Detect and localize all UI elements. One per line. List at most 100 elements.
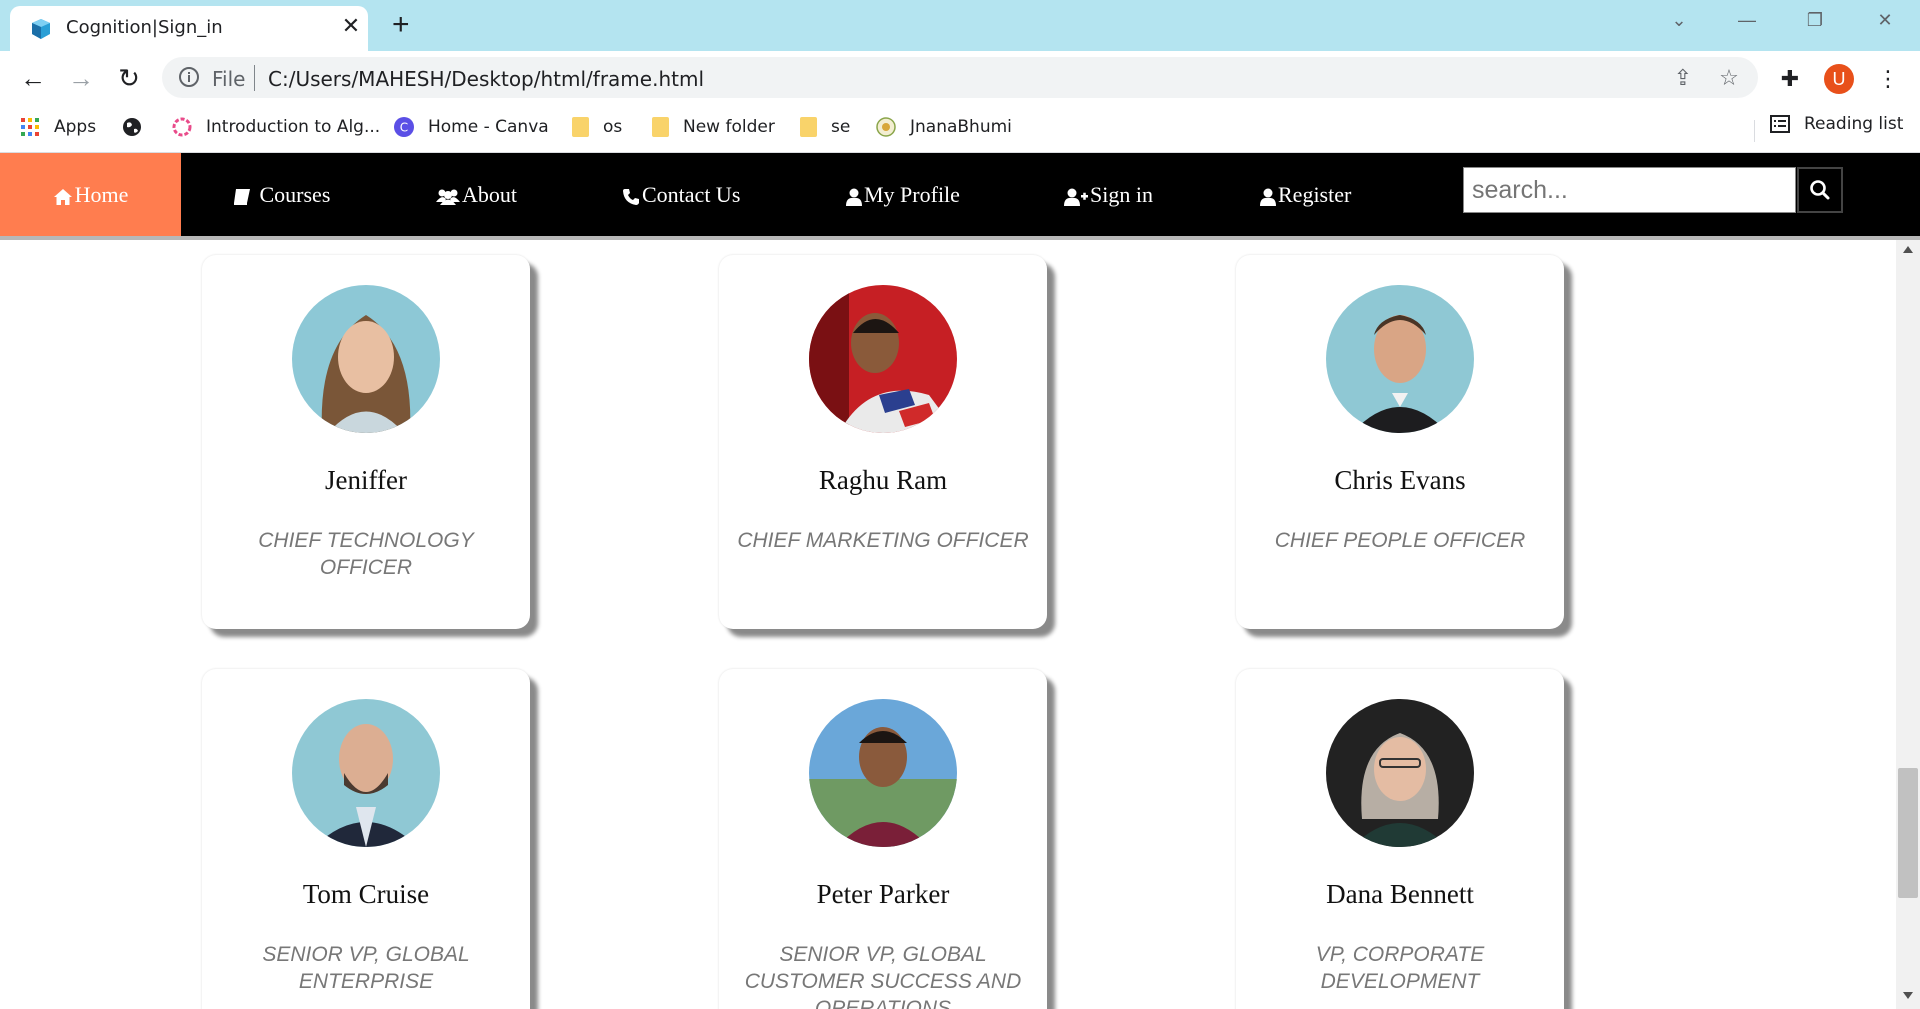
member-name: Jeniffer [325, 465, 407, 495]
site-navbar: Home Courses About Contact Us My Profile… [0, 153, 1920, 236]
folder-icon [652, 117, 669, 137]
bookmark-folder-new-folder[interactable]: New folder [652, 114, 775, 140]
nav-label: My Profile [864, 182, 960, 207]
nav-about[interactable]: About [436, 153, 517, 236]
bookmarks-divider [1754, 120, 1755, 142]
canva-icon: C [394, 117, 414, 137]
site-search-input[interactable] [1463, 167, 1796, 213]
member-name: Chris Evans [1334, 465, 1466, 495]
bookmark-introduction-to-algorithms[interactable]: Introduction to Alg... [172, 114, 380, 140]
bookmark-label: New folder [683, 117, 775, 137]
globe-icon [123, 118, 141, 136]
tab-close-icon[interactable]: ✕ [340, 15, 362, 37]
reading-list-label: Reading list [1804, 114, 1904, 134]
back-arrow-icon[interactable]: ← [18, 63, 48, 93]
phone-icon [623, 188, 639, 205]
minimize-icon[interactable]: — [1732, 10, 1762, 36]
menu-dots-icon[interactable]: ⋮ [1874, 65, 1902, 93]
member-role: CHIEF TECHNOLOGY OFFICER [258, 529, 474, 579]
bookmark-star-icon[interactable]: ☆ [1716, 65, 1742, 91]
address-bar[interactable]: File C:/Users/MAHESH/Desktop/html/frame.… [162, 57, 1758, 98]
home-icon [53, 188, 72, 205]
bookmark-apps[interactable]: Apps [20, 114, 96, 140]
user-plus-icon [1064, 188, 1088, 206]
cube-favicon-icon [32, 19, 50, 39]
forward-arrow-icon[interactable]: → [66, 63, 96, 93]
jnanabhumi-icon [876, 117, 896, 137]
nav-sign-in[interactable]: Sign in [1064, 153, 1153, 236]
bookmark-label: os [603, 117, 623, 137]
member-name: Dana Bennett [1326, 879, 1474, 909]
extensions-puzzle-icon[interactable]: ✚ [1776, 65, 1804, 93]
team-card: Peter Parker SENIOR VP, GLOBAL CUSTOMER … [719, 669, 1047, 1009]
member-role: SENIOR VP, GLOBAL ENTERPRISE [262, 943, 470, 993]
page-scrollbar[interactable] [1896, 240, 1920, 1009]
team-card: Tom Cruise SENIOR VP, GLOBAL ENTERPRISE [202, 669, 530, 1009]
team-card: Jeniffer CHIEF TECHNOLOGY OFFICER [202, 255, 530, 629]
folder-icon [800, 117, 817, 137]
folder-icon [572, 117, 589, 137]
bookmark-label: JnanaBhumi [910, 117, 1012, 137]
nav-label: Register [1278, 182, 1352, 207]
svg-text:C: C [400, 121, 408, 135]
url-scheme-label: File [212, 67, 246, 91]
bookmarks-bar: Apps Introduction to Alg... C Home - Can… [0, 104, 1920, 153]
tab-search-chevron-icon[interactable]: ⌄ [1664, 10, 1694, 36]
browser-tab[interactable]: Cognition|Sign_in ✕ [10, 6, 368, 51]
nav-label: Courses [254, 182, 331, 207]
avatar [809, 285, 957, 433]
scroll-down-arrow-icon[interactable] [1903, 992, 1913, 999]
share-icon[interactable]: ⇪ [1670, 65, 1696, 91]
window-close-icon[interactable]: ✕ [1870, 10, 1900, 36]
bookmark-globe[interactable] [122, 114, 156, 140]
member-name: Raghu Ram [818, 465, 948, 495]
user-icon [1260, 188, 1276, 206]
avatar [809, 699, 957, 847]
nav-courses[interactable]: Courses [232, 153, 330, 236]
nav-my-profile[interactable]: My Profile [846, 153, 960, 236]
bookmark-canva[interactable]: C Home - Canva [394, 114, 549, 140]
browser-toolbar: ← → ↻ File C:/Users/MAHESH/Desktop/html/… [0, 51, 1920, 104]
nav-contact-us[interactable]: Contact Us [622, 153, 740, 236]
nav-label: Contact Us [642, 182, 741, 207]
url-divider [254, 65, 255, 91]
reload-icon[interactable]: ↻ [114, 63, 144, 93]
search-icon [1810, 180, 1830, 200]
avatar [292, 285, 440, 433]
browser-tab-strip: Cognition|Sign_in ✕ + ⌄ — ❐ ✕ [0, 0, 1920, 51]
member-role: CHIEF PEOPLE OFFICER [1274, 529, 1526, 552]
profile-avatar[interactable]: U [1824, 64, 1854, 94]
bookmark-label: Home - Canva [428, 117, 549, 137]
reading-list-icon [1770, 115, 1790, 133]
users-icon [436, 189, 460, 205]
info-icon[interactable] [178, 66, 200, 88]
scrollbar-thumb[interactable] [1898, 768, 1918, 898]
member-name: Tom Cruise [302, 879, 430, 909]
coursera-icon [172, 117, 192, 137]
bookmark-folder-os[interactable]: os [572, 114, 622, 140]
member-role: VP, CORPORATE DEVELOPMENT [1315, 943, 1485, 993]
nav-home[interactable]: Home [0, 153, 181, 236]
new-tab-button[interactable]: + [392, 10, 410, 40]
team-card: Chris Evans CHIEF PEOPLE OFFICER [1236, 255, 1564, 629]
avatar [292, 699, 440, 847]
bookmark-jnanabhumi[interactable]: JnanaBhumi [876, 114, 1012, 140]
bookmark-label: Apps [54, 117, 97, 137]
site-search-button[interactable] [1797, 167, 1843, 213]
bookmark-label: Introduction to Alg... [206, 117, 381, 137]
tab-title: Cognition|Sign_in [66, 17, 223, 38]
scroll-up-arrow-icon[interactable] [1903, 246, 1913, 253]
nav-register[interactable]: Register [1260, 153, 1351, 236]
bookmark-label: se [831, 117, 851, 137]
url-text[interactable]: C:/Users/MAHESH/Desktop/html/frame.html [268, 67, 704, 91]
nav-label: Sign in [1090, 182, 1153, 207]
team-card: Raghu Ram CHIEF MARKETING OFFICER [719, 255, 1047, 629]
team-section: Jeniffer CHIEF TECHNOLOGY OFFICER Raghu … [0, 240, 1896, 1009]
team-card: Dana Bennett VP, CORPORATE DEVELOPMENT [1236, 669, 1564, 1009]
reading-list-button[interactable]: Reading list [1770, 114, 1903, 134]
apps-grid-icon [21, 118, 39, 136]
bookmark-folder-se[interactable]: se [800, 114, 850, 140]
restore-icon[interactable]: ❐ [1800, 10, 1830, 36]
member-role: CHIEF MARKETING OFFICER [737, 529, 1029, 552]
member-name: Peter Parker [816, 879, 950, 909]
